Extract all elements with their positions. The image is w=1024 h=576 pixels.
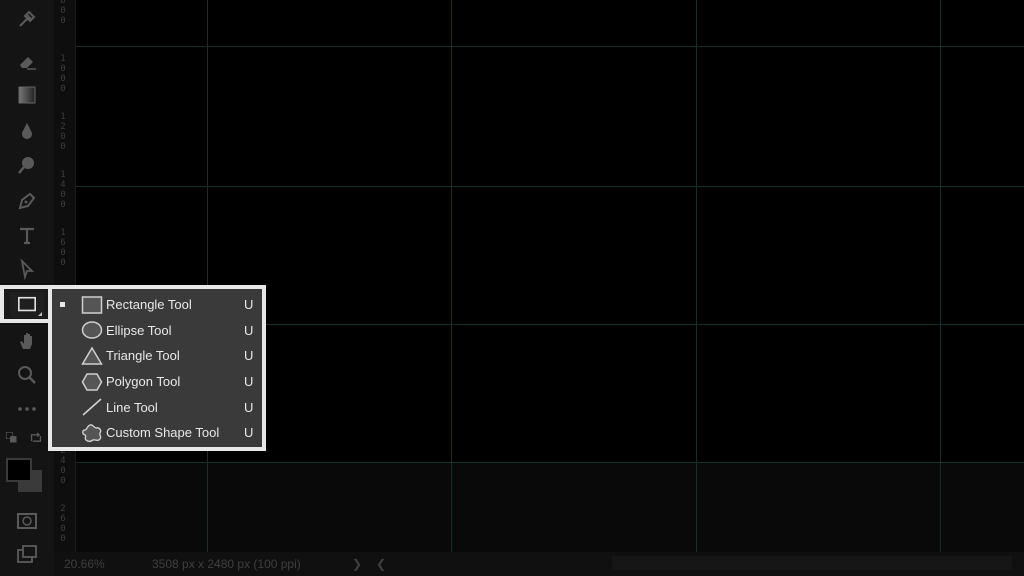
menu-item-shortcut: U [244, 399, 254, 415]
grid-line [76, 46, 1024, 47]
menu-item-shortcut: U [244, 425, 254, 441]
healing-brush-icon[interactable] [10, 4, 44, 34]
ruler-label: 1400 [60, 170, 66, 210]
menu-item-shortcut: U [244, 374, 254, 390]
ruler-label: 1600 [60, 228, 66, 268]
line-icon [80, 396, 104, 418]
shape-tools-flyout: Rectangle Tool U Ellipse Tool U Triangle… [48, 285, 266, 451]
menu-item-label: Triangle Tool [106, 348, 180, 364]
ruler-label: 800 [60, 0, 66, 26]
triangle-icon [80, 345, 104, 367]
grid-line [76, 186, 1024, 187]
polygon-icon [80, 371, 104, 393]
grid-line [451, 0, 452, 552]
custom-shape-icon [80, 422, 104, 444]
rectangle-tool-button[interactable] [10, 292, 44, 318]
grid-line [940, 0, 941, 552]
status-menu-arrow[interactable]: ❯ [352, 557, 362, 571]
more-tools-icon[interactable] [10, 394, 44, 424]
hand-icon[interactable] [10, 326, 44, 356]
gradient-icon[interactable] [10, 80, 44, 110]
rectangle-icon [80, 294, 104, 316]
pen-icon[interactable] [10, 186, 44, 216]
menu-item-label: Line Tool [106, 399, 158, 415]
menu-item-ellipse-tool[interactable]: Ellipse Tool U [52, 318, 262, 344]
menu-item-label: Rectangle Tool [106, 297, 192, 313]
rectangle-icon [18, 296, 36, 312]
menu-item-shortcut: U [244, 297, 254, 313]
active-tool-highlight [0, 285, 50, 323]
menu-item-label: Ellipse Tool [106, 322, 172, 338]
document-info: 3508 px x 2480 px (100 ppi) [152, 557, 301, 571]
ruler-label: 1000 [60, 54, 66, 94]
dodge-icon[interactable] [10, 150, 44, 180]
foreground-background-icon[interactable] [4, 456, 48, 496]
zoom-icon[interactable] [10, 360, 44, 390]
menu-item-label: Custom Shape Tool [106, 425, 220, 441]
quick-mask-icon[interactable] [10, 506, 44, 536]
type-icon[interactable] [10, 220, 44, 250]
ruler-label: 2600 [60, 504, 66, 544]
swap-colors-icon[interactable] [26, 428, 46, 448]
canvas-bottom-area [76, 462, 1024, 552]
selected-bullet [60, 302, 65, 308]
menu-item-line-tool[interactable]: Line Tool U [52, 394, 262, 420]
screen-mode-icon[interactable] [10, 540, 44, 570]
ruler-label: 1200 [60, 112, 66, 152]
ruler-label: 2400 [60, 446, 66, 486]
menu-item-rectangle-tool[interactable]: Rectangle Tool U [52, 292, 262, 318]
ellipse-icon [80, 319, 104, 341]
zoom-level[interactable]: 20.66% [64, 557, 105, 571]
blur-icon[interactable] [10, 116, 44, 146]
document-canvas[interactable] [76, 0, 1024, 552]
menu-item-shortcut: U [244, 322, 254, 338]
horizontal-scrollbar[interactable] [612, 556, 1012, 570]
menu-item-shortcut: U [244, 348, 254, 364]
eraser-icon[interactable] [10, 46, 44, 76]
grid-line [76, 462, 1024, 463]
menu-item-polygon-tool[interactable]: Polygon Tool U [52, 369, 262, 395]
menu-item-triangle-tool[interactable]: Triangle Tool U [52, 343, 262, 369]
menu-item-custom-shape-tool[interactable]: Custom Shape Tool U [52, 420, 262, 446]
scroll-left-arrow[interactable]: ❮ [376, 557, 386, 571]
grid-line [207, 0, 208, 552]
grid-line [696, 0, 697, 552]
vertical-ruler[interactable]: 800 1000 1200 1400 1600 2400 2600 [54, 0, 76, 552]
default-colors-icon[interactable] [2, 428, 22, 448]
menu-item-label: Polygon Tool [106, 374, 181, 390]
path-selection-icon[interactable] [10, 254, 44, 284]
